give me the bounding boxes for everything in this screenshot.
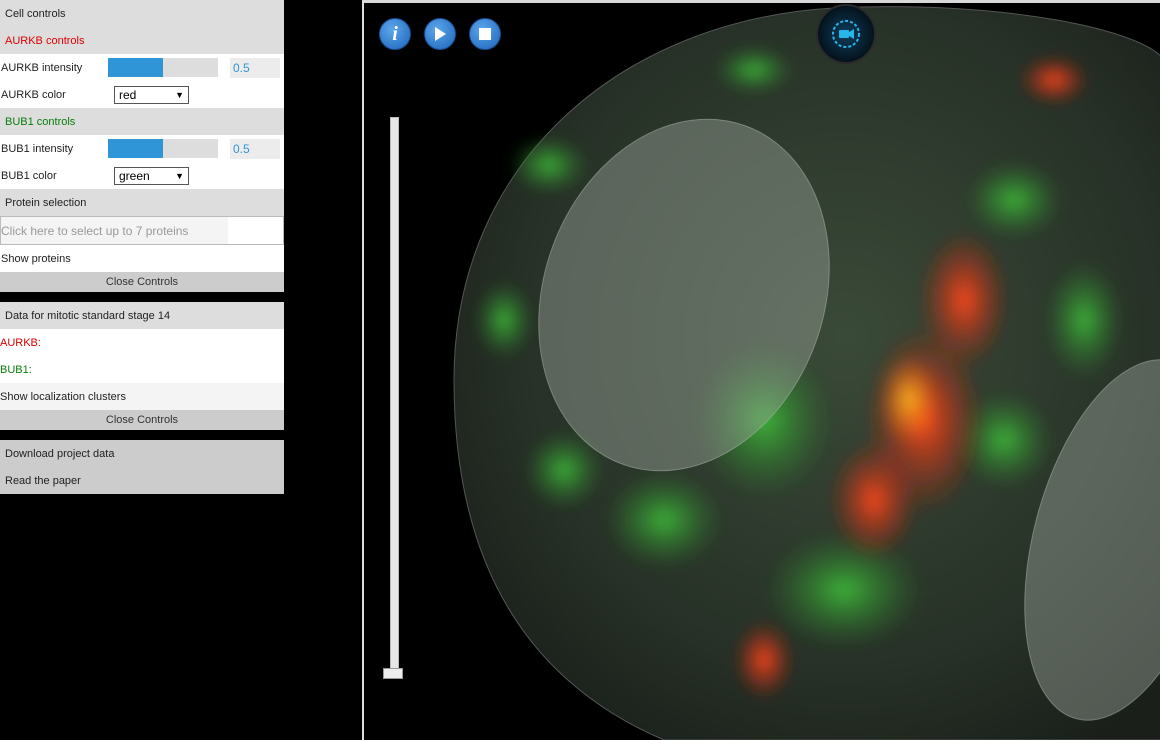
bub1-intensity-label: BUB1 intensity: [1, 142, 74, 155]
control-panel: Cell controls AURKB controls AURKB inten…: [0, 0, 284, 494]
camera-icon: [832, 20, 860, 48]
links-panel: Download project data Read the paper: [0, 440, 284, 494]
chevron-down-icon: ▼: [175, 170, 184, 181]
data-panel-title[interactable]: Data for mitotic standard stage 14: [0, 302, 284, 329]
data-panel: Data for mitotic standard stage 14 AURKB…: [0, 302, 284, 430]
protein-selection-header[interactable]: Protein selection: [0, 189, 284, 216]
download-project-data-link[interactable]: Download project data: [0, 440, 284, 467]
stop-icon: [479, 28, 491, 40]
play-icon: [435, 27, 446, 41]
bub1-controls-header[interactable]: BUB1 controls: [0, 108, 284, 135]
bub1-intensity-slider[interactable]: [108, 139, 218, 158]
cell-controls-title[interactable]: Cell controls: [0, 0, 284, 27]
aurkb-intensity-fill: [108, 58, 163, 77]
chevron-down-icon: ▼: [175, 89, 184, 100]
aurkb-color-label: AURKB color: [1, 88, 66, 101]
bub1-color-select[interactable]: green ▼: [114, 166, 189, 185]
aurkb-intensity-slider[interactable]: [108, 58, 218, 77]
camera-button[interactable]: [816, 4, 876, 64]
play-button[interactable]: [424, 18, 456, 50]
stop-button[interactable]: [469, 18, 501, 50]
read-paper-link[interactable]: Read the paper: [0, 467, 284, 494]
bub1-intensity-fill: [108, 139, 163, 158]
aurkb-color-value: red: [119, 87, 137, 102]
show-clusters-option[interactable]: Show localization clusters: [0, 383, 284, 410]
zoom-slider-handle[interactable]: [383, 668, 403, 679]
protein-search-placeholder: Click here to select up to 7 proteins: [1, 217, 228, 244]
close-data-controls-button[interactable]: Close Controls: [0, 410, 284, 430]
info-icon: i: [392, 22, 398, 45]
close-cell-controls-button[interactable]: Close Controls: [0, 272, 284, 292]
zoom-slider-track[interactable]: [390, 117, 399, 677]
aurkb-data-label: AURKB:: [0, 329, 284, 356]
3d-viewer[interactable]: i: [364, 0, 1160, 740]
bub1-color-label: BUB1 color: [1, 169, 57, 182]
aurkb-intensity-label: AURKB intensity: [1, 61, 83, 74]
bub1-color-value: green: [119, 168, 150, 183]
cell-controls-panel: Cell controls AURKB controls AURKB inten…: [0, 0, 284, 292]
bub1-intensity-value[interactable]: 0.5: [230, 138, 280, 159]
bub1-data-label: BUB1:: [0, 356, 284, 383]
info-button[interactable]: i: [379, 18, 411, 50]
aurkb-controls-header[interactable]: AURKB controls: [0, 27, 284, 54]
cell-render: [453, 6, 1160, 740]
aurkb-intensity-value[interactable]: 0.5: [230, 57, 280, 78]
protein-search-input[interactable]: Click here to select up to 7 proteins: [0, 216, 284, 245]
show-proteins-option[interactable]: Show proteins: [0, 245, 284, 272]
aurkb-color-select[interactable]: red ▼: [114, 85, 189, 104]
